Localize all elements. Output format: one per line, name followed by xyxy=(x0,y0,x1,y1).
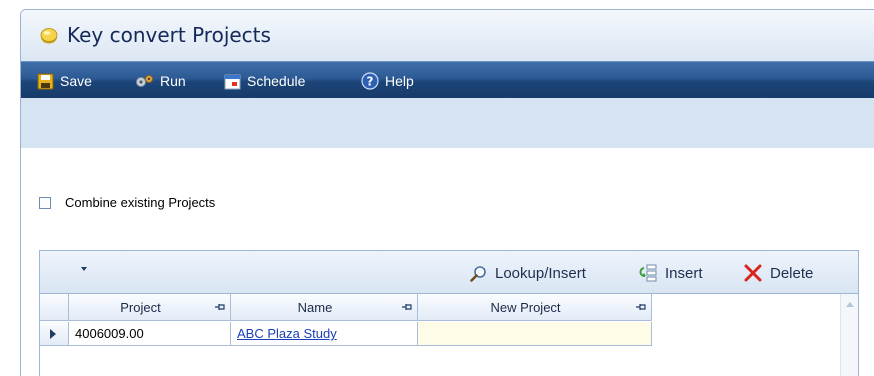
floppy-disk-icon xyxy=(37,73,54,89)
column-header-new-project-label: New Project xyxy=(490,300,561,315)
cell-project[interactable]: 4006009.00 xyxy=(69,322,231,346)
combine-label: Combine existing Projects xyxy=(65,195,216,210)
combine-option: Combine existing Projects xyxy=(39,195,215,210)
insert-row-icon xyxy=(639,264,657,282)
pin-icon[interactable] xyxy=(215,303,225,311)
column-header-name[interactable]: Name xyxy=(231,294,418,321)
save-button[interactable]: Save xyxy=(37,71,92,91)
help-button[interactable]: ? Help xyxy=(361,71,414,91)
row-selector-header xyxy=(40,294,69,321)
secondary-bar xyxy=(21,98,874,148)
combine-checkbox[interactable] xyxy=(39,196,51,209)
cell-new-project[interactable] xyxy=(418,322,652,346)
delete-x-icon xyxy=(744,264,762,282)
grid-toolbar: Lookup/Insert Insert Delete xyxy=(40,251,858,294)
app-window: Key convert Projects Save Run Schedule ?… xyxy=(20,9,874,376)
scroll-up-arrow-icon[interactable] xyxy=(846,302,854,307)
pin-icon[interactable] xyxy=(636,303,646,311)
column-header-project-label: Project xyxy=(120,300,161,315)
gears-icon xyxy=(136,74,153,87)
title-bar: Key convert Projects xyxy=(21,10,874,61)
schedule-button[interactable]: Schedule xyxy=(224,71,305,91)
svg-text:?: ? xyxy=(367,75,374,89)
table-row[interactable]: 4006009.00 ABC Plaza Study xyxy=(40,322,841,346)
projects-grid: Lookup/Insert Insert Delete Project Name… xyxy=(39,250,859,376)
pin-icon[interactable] xyxy=(402,303,412,311)
run-button[interactable]: Run xyxy=(135,71,186,91)
schedule-label: Schedule xyxy=(247,73,306,89)
insert-label: Insert xyxy=(665,264,703,282)
delete-label: Delete xyxy=(770,264,814,282)
current-row-arrow-icon xyxy=(50,329,56,339)
column-header-new-project[interactable]: New Project xyxy=(418,294,652,321)
dropdown-arrow-icon[interactable] xyxy=(81,267,87,271)
project-name-link[interactable]: ABC Plaza Study xyxy=(237,326,337,341)
content-panel: Combine existing Projects Lookup/Insert xyxy=(21,148,874,376)
lookup-insert-button[interactable]: Lookup/Insert xyxy=(470,264,586,282)
row-selector[interactable] xyxy=(40,322,69,346)
calendar-icon xyxy=(224,74,241,89)
page-title: Key convert Projects xyxy=(67,23,271,47)
column-header-project[interactable]: Project xyxy=(69,294,231,321)
lookup-insert-label: Lookup/Insert xyxy=(495,264,586,282)
main-toolbar: Save Run Schedule ? Help xyxy=(21,61,874,98)
grid-header-row: Project Name New Project xyxy=(40,294,841,322)
insert-button[interactable]: Insert xyxy=(639,264,703,282)
magnifier-icon xyxy=(470,265,486,282)
question-circle-icon: ? xyxy=(361,72,379,90)
help-label: Help xyxy=(385,73,414,89)
run-label: Run xyxy=(160,73,186,89)
gold-coin-icon xyxy=(40,28,58,44)
column-header-name-label: Name xyxy=(297,300,333,315)
save-label: Save xyxy=(60,73,92,89)
vertical-scrollbar[interactable] xyxy=(840,294,858,376)
delete-button[interactable]: Delete xyxy=(744,264,813,282)
cell-name[interactable]: ABC Plaza Study xyxy=(231,322,418,346)
